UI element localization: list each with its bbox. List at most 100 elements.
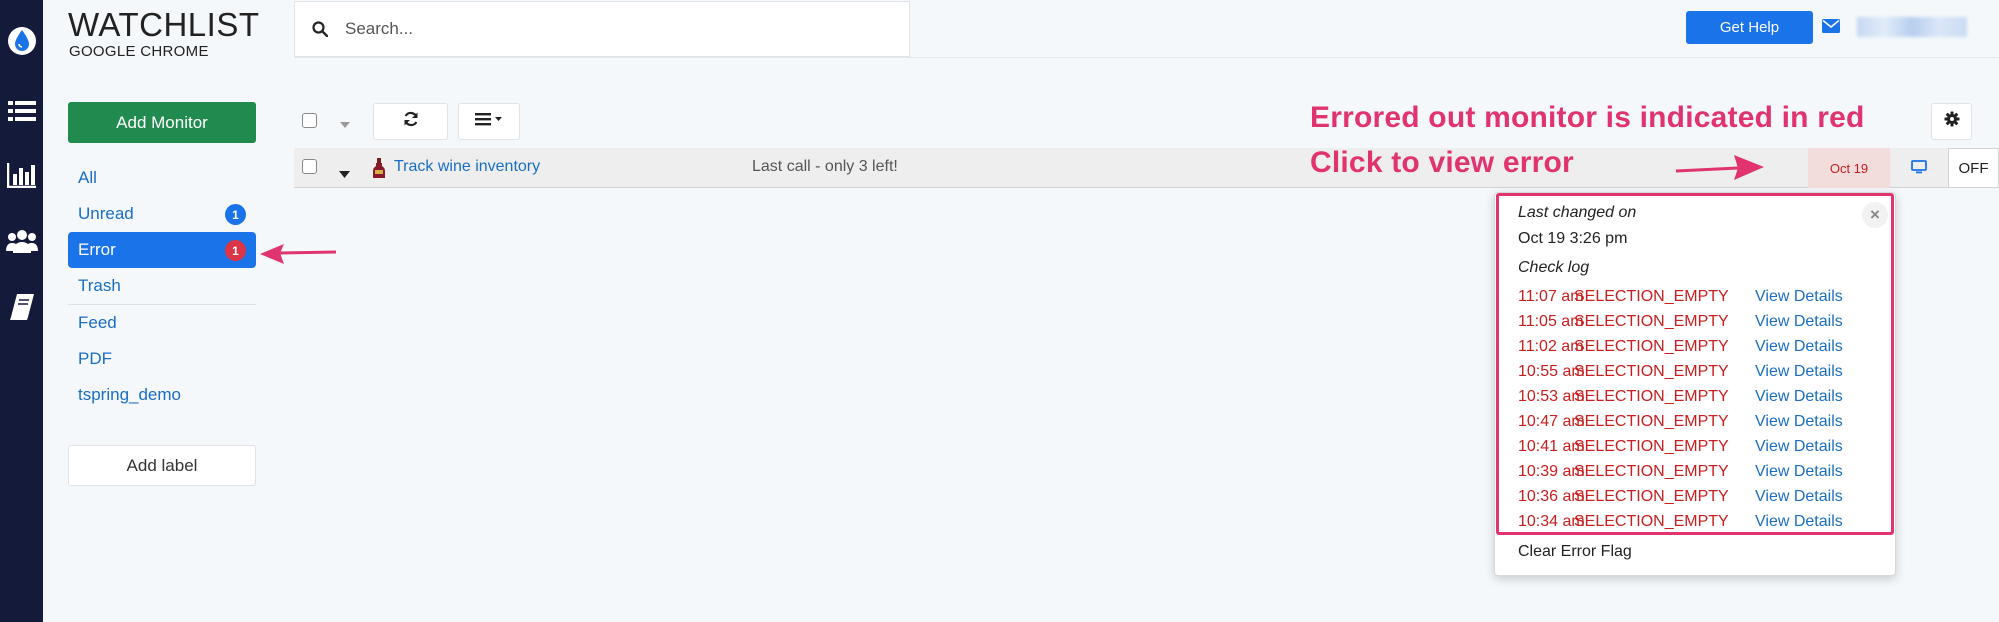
log-entry: 10:34 am SELECTION_EMPTY View Details: [1518, 509, 1843, 534]
log-entry: 10:53 am SELECTION_EMPTY View Details: [1518, 384, 1843, 409]
log-entry: 10:41 am SELECTION_EMPTY View Details: [1518, 434, 1843, 459]
app-title: WATCHLIST: [68, 6, 260, 43]
user-account-blurred[interactable]: [1857, 17, 1967, 37]
list-icon[interactable]: [5, 94, 39, 128]
log-time: 11:05 am: [1518, 312, 1584, 330]
sidebar-item-all[interactable]: All: [68, 160, 256, 196]
log-time: 11:07 am: [1518, 287, 1584, 305]
expand-caret-icon[interactable]: [339, 165, 350, 183]
log-error-code: SELECTION_EMPTY: [1574, 337, 1729, 355]
log-time: 10:41 am: [1518, 437, 1585, 455]
view-details-link[interactable]: View Details: [1755, 338, 1843, 356]
clear-error-flag-button[interactable]: Clear Error Flag: [1518, 543, 1632, 561]
monitor-error-date[interactable]: Oct 19: [1808, 148, 1890, 188]
sidebar-item-pdf[interactable]: PDF: [68, 341, 256, 377]
unread-count-badge: 1: [225, 204, 246, 225]
refresh-button[interactable]: [373, 103, 448, 140]
sidebar-item-label: All: [78, 168, 97, 187]
desktop-icon[interactable]: [1911, 160, 1927, 179]
view-details-link[interactable]: View Details: [1755, 388, 1843, 406]
search-input[interactable]: [345, 19, 885, 39]
monitor-status-toggle[interactable]: OFF: [1948, 148, 1999, 188]
sidebar-item-label: PDF: [78, 349, 112, 368]
wine-bottle-icon: [372, 158, 386, 183]
view-details-link[interactable]: View Details: [1755, 513, 1843, 531]
log-error-code: SELECTION_EMPTY: [1574, 362, 1729, 380]
view-details-link[interactable]: View Details: [1755, 463, 1843, 481]
sidebar-nav: All Unread 1 Error 1 Trash Feed PDF tspr…: [68, 160, 256, 413]
sidebar-item-label: tspring_demo: [78, 385, 182, 404]
search-bar: [294, 1, 910, 57]
app-rail: [0, 0, 43, 622]
menu-icon: [475, 112, 503, 131]
log-entry: 10:39 am SELECTION_EMPTY View Details: [1518, 459, 1843, 484]
error-nav-arrow: [260, 244, 337, 264]
water-drop-icon[interactable]: [5, 24, 39, 58]
add-monitor-button[interactable]: Add Monitor: [68, 102, 256, 143]
search-icon: [295, 21, 345, 37]
last-changed-label: Last changed on: [1518, 204, 1637, 221]
gear-icon: [1944, 111, 1960, 132]
check-log-list: 11:07 am SELECTION_EMPTY View Details 11…: [1518, 284, 1843, 534]
sidebar-item-label: Trash: [78, 276, 121, 295]
log-entry: 10:36 am SELECTION_EMPTY View Details: [1518, 484, 1843, 509]
view-details-link[interactable]: View Details: [1755, 488, 1843, 506]
bulk-actions-menu-button[interactable]: [458, 103, 520, 140]
app-subtitle: GOOGLE CHROME: [69, 43, 209, 60]
log-time: 10:39 am: [1518, 462, 1585, 480]
log-entry: 10:55 am SELECTION_EMPTY View Details: [1518, 359, 1843, 384]
book-icon[interactable]: [5, 290, 39, 324]
select-all-checkbox[interactable]: [302, 113, 317, 128]
sidebar-item-error[interactable]: Error 1: [68, 232, 256, 268]
mail-icon[interactable]: [1822, 19, 1840, 38]
header-divider: [294, 57, 1999, 58]
log-entry: 10:47 am SELECTION_EMPTY View Details: [1518, 409, 1843, 434]
date-cell-arrow: [1676, 155, 1764, 180]
sidebar-item-label: Unread: [78, 204, 134, 223]
annotation-click-note: Click to view error: [1310, 146, 1574, 179]
log-entry: 11:02 am SELECTION_EMPTY View Details: [1518, 334, 1843, 359]
sidebar-item-trash[interactable]: Trash: [68, 268, 256, 304]
select-dropdown-caret-icon[interactable]: [340, 115, 350, 133]
log-error-code: SELECTION_EMPTY: [1574, 387, 1729, 405]
error-count-badge: 1: [225, 240, 246, 261]
log-time: 10:34 am: [1518, 512, 1585, 530]
sidebar-item-unread[interactable]: Unread 1: [68, 196, 256, 232]
settings-button[interactable]: [1931, 103, 1972, 140]
annotation-errored-note: Errored out monitor is indicated in red: [1310, 101, 1865, 134]
add-label-button[interactable]: Add label: [68, 445, 256, 486]
last-changed-value: Oct 19 3:26 pm: [1518, 230, 1628, 247]
sidebar-item-tspring-demo[interactable]: tspring_demo: [68, 377, 256, 413]
log-error-code: SELECTION_EMPTY: [1574, 462, 1729, 480]
log-error-code: SELECTION_EMPTY: [1574, 312, 1729, 330]
log-time: 11:02 am: [1518, 337, 1584, 355]
log-entry: 11:07 am SELECTION_EMPTY View Details: [1518, 284, 1843, 309]
log-error-code: SELECTION_EMPTY: [1574, 512, 1729, 530]
log-error-code: SELECTION_EMPTY: [1574, 287, 1729, 305]
monitor-title-link[interactable]: Track wine inventory: [394, 158, 540, 176]
log-error-code: SELECTION_EMPTY: [1574, 412, 1729, 430]
get-help-button[interactable]: Get Help: [1686, 11, 1813, 44]
users-icon[interactable]: [5, 224, 39, 258]
view-details-link[interactable]: View Details: [1755, 288, 1843, 306]
close-icon[interactable]: ×: [1862, 202, 1888, 228]
log-error-code: SELECTION_EMPTY: [1574, 487, 1729, 505]
row-checkbox[interactable]: [302, 159, 317, 174]
log-time: 10:53 am: [1518, 387, 1585, 405]
log-entry: 11:05 am SELECTION_EMPTY View Details: [1518, 309, 1843, 334]
sidebar-item-label: Feed: [78, 313, 117, 332]
view-details-link[interactable]: View Details: [1755, 313, 1843, 331]
bar-chart-icon[interactable]: [5, 158, 39, 192]
view-details-link[interactable]: View Details: [1755, 413, 1843, 431]
log-time: 10:36 am: [1518, 487, 1585, 505]
refresh-icon: [403, 111, 419, 132]
log-time: 10:47 am: [1518, 412, 1585, 430]
view-details-link[interactable]: View Details: [1755, 438, 1843, 456]
check-log-label: Check log: [1518, 259, 1590, 276]
monitor-snippet: Last call - only 3 left!: [752, 158, 898, 175]
sidebar-item-label: Error: [78, 240, 116, 259]
sidebar-item-feed[interactable]: Feed: [68, 305, 256, 341]
log-error-code: SELECTION_EMPTY: [1574, 437, 1729, 455]
view-details-link[interactable]: View Details: [1755, 363, 1843, 381]
log-time: 10:55 am: [1518, 362, 1585, 380]
